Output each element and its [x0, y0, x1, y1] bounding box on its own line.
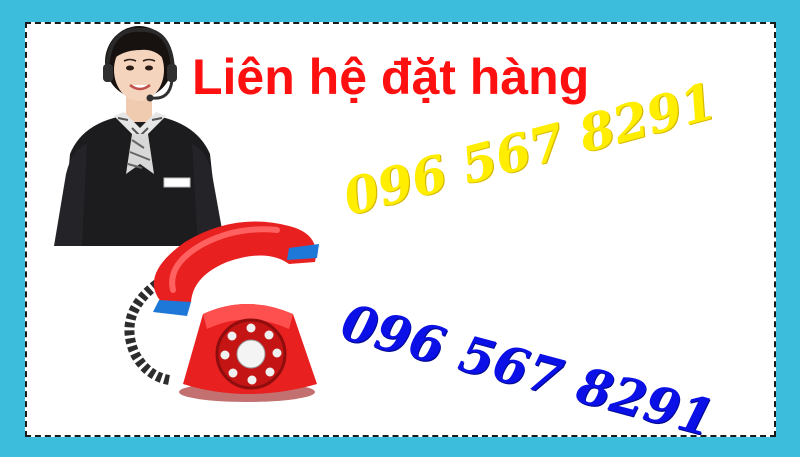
- hotline-number-blue[interactable]: 096 567 8291: [335, 292, 720, 435]
- red-telephone-icon: [124, 221, 319, 402]
- page-title: Liên hệ đặt hàng: [192, 49, 590, 105]
- contact-card: Liên hệ đặt hàng 096 567 8291 096 567 82…: [25, 22, 776, 437]
- contact-banner: Liên hệ đặt hàng 096 567 8291 096 567 82…: [0, 0, 800, 457]
